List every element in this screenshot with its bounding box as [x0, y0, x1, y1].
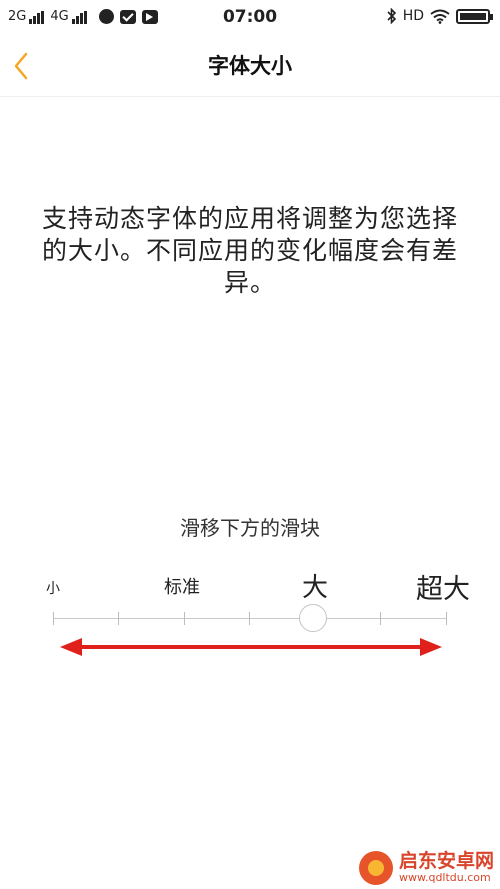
watermark-url: www.qdltdu.com	[398, 871, 491, 885]
slider-thumb[interactable]	[299, 604, 327, 632]
description-text: 支持动态字体的应用将调整为您选择的大小。不同应用的变化幅度会有差异。	[41, 204, 458, 297]
nav-bar: 字体大小	[0, 36, 500, 97]
slider-tick	[184, 612, 185, 625]
slider-tick	[53, 612, 54, 625]
size-label-standard: 标准	[164, 577, 200, 598]
status-bar: 2G 4G 07:00 HD	[0, 0, 500, 36]
watermark-text: 启东安卓网 www.qdltdu.com	[398, 850, 494, 885]
watermark-logo	[358, 851, 393, 885]
wifi-icon	[430, 9, 450, 24]
slider-tick	[380, 612, 381, 625]
size-label-large: 大	[302, 573, 329, 603]
slider-hint: 滑移下方的滑块	[180, 516, 320, 540]
status-right: HD	[387, 8, 493, 24]
watermark: 启东安卓网 www.qdltdu.com	[358, 850, 494, 885]
size-label-small: 小	[46, 581, 60, 597]
slider-tick	[249, 612, 250, 625]
watermark-name: 启东安卓网	[398, 850, 494, 873]
battery-icon	[456, 8, 493, 24]
size-label-extra-large: 超大	[416, 574, 470, 605]
bluetooth-icon	[387, 8, 396, 24]
slider-tick	[118, 612, 119, 625]
slider-tick	[446, 612, 447, 625]
double-arrow-icon	[60, 638, 442, 656]
page-title: 字体大小	[208, 54, 292, 78]
network-type-label: HD	[402, 8, 424, 24]
